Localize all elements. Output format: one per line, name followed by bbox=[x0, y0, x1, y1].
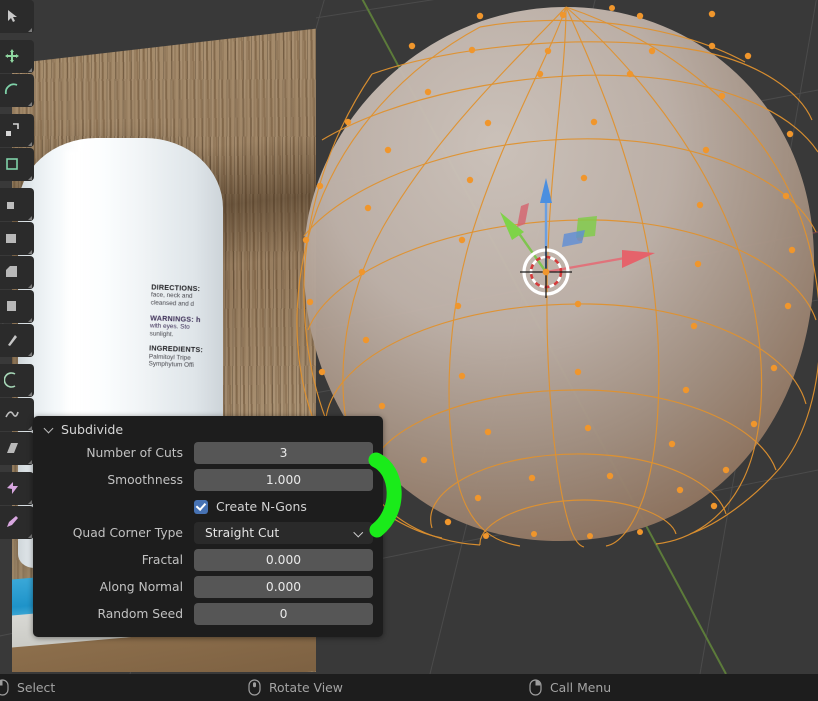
status-bar: Select Rotate View Call Menu bbox=[0, 674, 818, 701]
chevron-down-icon bbox=[355, 529, 364, 538]
status-label-rotate-view: Rotate View bbox=[269, 680, 343, 695]
status-label-call-menu: Call Menu bbox=[550, 680, 612, 695]
operator-redo-panel[interactable]: Subdivide Number of Cuts 3 Smoothness 1.… bbox=[33, 416, 383, 637]
field-row-random-seed: Random Seed 0 bbox=[43, 603, 373, 625]
label-create-n-gons: Create N-Gons bbox=[216, 499, 307, 514]
label-number-of-cuts: Number of Cuts bbox=[86, 446, 183, 460]
3d-cursor-icon bbox=[520, 246, 572, 298]
mouse-right-icon bbox=[529, 679, 542, 696]
label-quad-corner-type: Quad Corner Type bbox=[72, 526, 183, 540]
status-item-call-menu[interactable]: Call Menu bbox=[529, 679, 611, 696]
operator-panel-header[interactable]: Subdivide bbox=[33, 416, 383, 442]
operator-panel-title: Subdivide bbox=[61, 421, 124, 437]
input-along-normal[interactable]: 0.000 bbox=[194, 576, 373, 598]
field-row-smoothness: Smoothness 1.000 bbox=[43, 469, 373, 491]
label-along-normal: Along Normal bbox=[99, 580, 183, 594]
field-row-quad-corner-type: Quad Corner Type Straight Cut bbox=[43, 522, 373, 544]
mouse-left-icon bbox=[0, 679, 9, 696]
input-fractal[interactable]: 0.000 bbox=[194, 549, 373, 571]
field-row-along-normal: Along Normal 0.000 bbox=[43, 576, 373, 598]
status-item-select[interactable]: Select bbox=[0, 679, 55, 696]
label-fractal: Fractal bbox=[141, 553, 183, 567]
mouse-middle-icon bbox=[248, 679, 261, 696]
gizmo-plane-xz bbox=[562, 230, 585, 247]
input-smoothness[interactable]: 1.000 bbox=[194, 469, 373, 491]
label-random-seed: Random Seed bbox=[97, 607, 183, 621]
dropdown-quad-corner-type-value: Straight Cut bbox=[205, 526, 280, 540]
dropdown-quad-corner-type[interactable]: Straight Cut bbox=[194, 522, 373, 544]
3d-viewport[interactable]: DIRECTIONS: face, neck and cleansed and … bbox=[0, 0, 818, 674]
status-label-select: Select bbox=[17, 680, 56, 695]
field-row-create-n-gons: Create N-Gons bbox=[43, 496, 373, 517]
input-number-of-cuts[interactable]: 3 bbox=[194, 442, 373, 464]
gizmo-plane-yz bbox=[517, 203, 529, 227]
field-row-fractal: Fractal 0.000 bbox=[43, 549, 373, 571]
status-item-rotate-view[interactable]: Rotate View bbox=[248, 679, 343, 696]
label-smoothness: Smoothness bbox=[107, 473, 183, 487]
checkbox-create-n-gons[interactable] bbox=[194, 499, 208, 514]
chevron-down-icon[interactable] bbox=[44, 424, 54, 434]
gizmo-axis-x bbox=[545, 250, 655, 274]
field-row-number-of-cuts: Number of Cuts 3 bbox=[43, 442, 373, 464]
input-random-seed[interactable]: 0 bbox=[194, 603, 373, 625]
blender-window: DIRECTIONS: face, neck and cleansed and … bbox=[0, 0, 818, 701]
